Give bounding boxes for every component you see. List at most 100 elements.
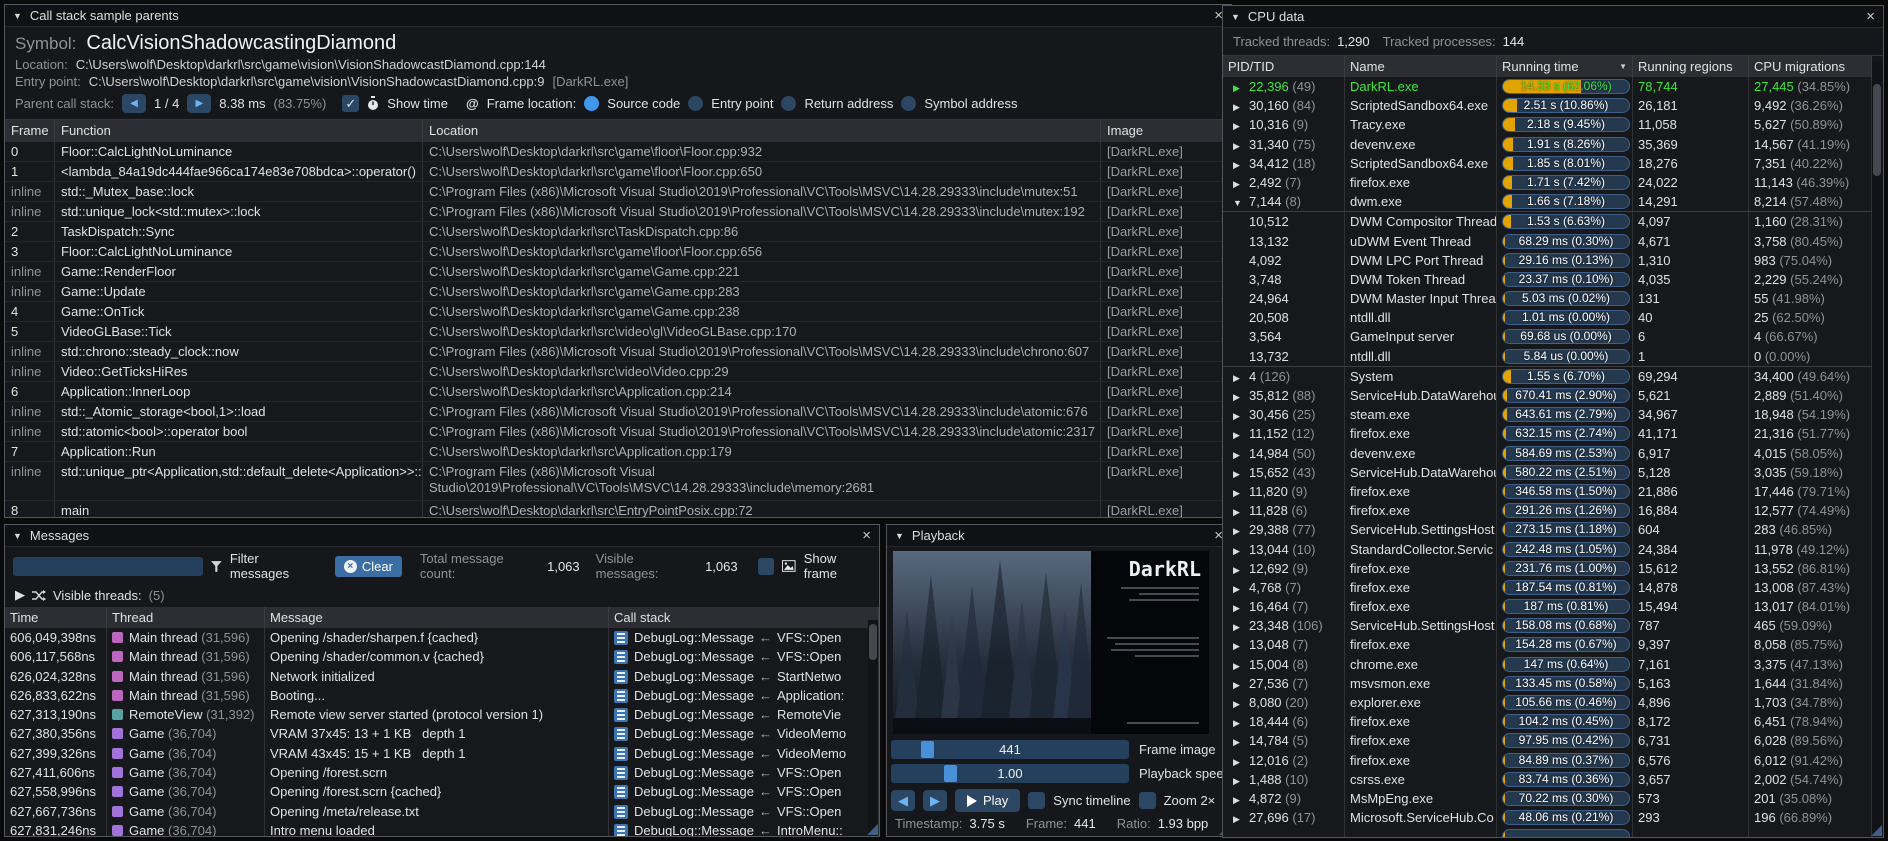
- callstack-cell[interactable]: DebugLog::Message←IntroMenu::: [609, 821, 879, 837]
- cpu-process-row[interactable]: ▶4 (126)System1.55 s (6.70%)69,29434,400…: [1223, 366, 1872, 386]
- column-header-running-time[interactable]: Running time ▼: [1497, 56, 1633, 77]
- messages-scrollbar-thumb[interactable]: [869, 624, 877, 660]
- callstack-list-icon[interactable]: [614, 727, 628, 741]
- column-header-pid[interactable]: PID/TID: [1223, 56, 1345, 77]
- cpu-process-row[interactable]: ▶27,536 (7)msvsmon.exe133.45 ms (0.58%)5…: [1223, 674, 1872, 693]
- tree-expand-icon[interactable]: ▶: [1233, 79, 1249, 96]
- radio-source-code[interactable]: [584, 96, 599, 111]
- callstack-table-row[interactable]: 0Floor::CalcLightNoLuminanceC:\Users\wol…: [5, 142, 1231, 162]
- show-frame-checkbox[interactable]: [758, 558, 775, 575]
- callstack-list-icon[interactable]: [614, 708, 628, 722]
- cpu-process-row[interactable]: ▶22,396 (49)DarkRL.exe14.33 s (62.06%)78…: [1223, 77, 1872, 96]
- cpu-process-row[interactable]: 4,092 DWM LPC Port Thread29.16 ms (0.13%…: [1223, 251, 1872, 270]
- radio-symbol-address[interactable]: [901, 96, 916, 111]
- cpu-process-row[interactable]: 10,512 DWM Compositor Thread1.53 s (6.63…: [1223, 211, 1872, 231]
- collapse-icon[interactable]: ▼: [895, 531, 904, 541]
- zoom-2x-checkbox[interactable]: [1139, 792, 1156, 809]
- cpu-process-row[interactable]: 3,564 GameInput server69.68 us (0.00%)64…: [1223, 327, 1872, 346]
- cpu-process-row[interactable]: ▶11,152 (12)firefox.exe632.15 ms (2.74%)…: [1223, 424, 1872, 443]
- tree-expand-icon[interactable]: ▶: [1233, 580, 1249, 597]
- column-header-thread[interactable]: Thread: [107, 607, 265, 628]
- column-header-name[interactable]: Name: [1345, 56, 1497, 77]
- message-row[interactable]: 627,380,356nsGame (36,704)VRAM 37x45: 13…: [5, 724, 879, 743]
- message-row[interactable]: 606,117,568nsMain thread (31,596)Opening…: [5, 647, 879, 666]
- callstack-cell[interactable]: DebugLog::Message←VideoMemo: [609, 724, 879, 743]
- frame-image-slider[interactable]: 441: [891, 740, 1129, 759]
- cpu-process-row[interactable]: 13,732 ntdll.dll5.84 us (0.00%)10 (0.00%…: [1223, 347, 1872, 366]
- callstack-list-icon[interactable]: [614, 766, 628, 780]
- tree-expand-icon[interactable]: ▶: [1233, 137, 1249, 154]
- tree-expand-icon[interactable]: ▶: [1233, 388, 1249, 405]
- callstack-table-row[interactable]: 5VideoGLBase::TickC:\Users\wolf\Desktop\…: [5, 322, 1231, 342]
- cpu-process-row[interactable]: ▶11,820 (9)firefox.exe346.58 ms (1.50%)2…: [1223, 482, 1872, 501]
- tree-expand-icon[interactable]: ▶: [1233, 542, 1249, 559]
- callstack-list-icon[interactable]: [614, 747, 628, 761]
- close-icon[interactable]: ×: [862, 528, 871, 543]
- cpu-process-row[interactable]: ▶34,412 (18)ScriptedSandbox64.exe1.85 s …: [1223, 154, 1872, 173]
- collapse-icon[interactable]: ▼: [13, 531, 22, 541]
- clear-button[interactable]: × Clear: [335, 556, 402, 577]
- cpu-process-row[interactable]: ▶14,784 (5)firefox.exe97.95 ms (0.42%)6,…: [1223, 731, 1872, 750]
- resize-grip-icon[interactable]: [1871, 825, 1882, 836]
- tree-expand-icon[interactable]: ▶: [1233, 156, 1249, 173]
- tree-expand-icon[interactable]: ▶: [1233, 810, 1249, 827]
- cpu-process-row[interactable]: ▶12,016 (2)firefox.exe84.89 ms (0.37%)6,…: [1223, 751, 1872, 770]
- tree-expand-icon[interactable]: ▶: [1233, 98, 1249, 115]
- cpu-process-row[interactable]: ▶13,044 (10)StandardCollector.Servic242.…: [1223, 540, 1872, 559]
- callstack-cell[interactable]: DebugLog::Message←VFS::Open: [609, 628, 879, 647]
- cpu-process-row[interactable]: ▶4,872 (9)MsMpEng.exe70.22 ms (0.30%)573…: [1223, 789, 1872, 808]
- radio-entry-point[interactable]: [688, 96, 703, 111]
- prev-callstack-button[interactable]: ◀: [122, 94, 146, 113]
- cpu-process-row[interactable]: ▶31,340 (75)devenv.exe1.91 s (8.26%)35,3…: [1223, 135, 1872, 154]
- cpu-scrollbar-thumb[interactable]: [1873, 84, 1881, 176]
- message-row[interactable]: 627,411,606nsGame (36,704)Opening /fores…: [5, 763, 879, 782]
- radio-return-address[interactable]: [781, 96, 796, 111]
- tree-expand-icon[interactable]: ▶: [1233, 695, 1249, 712]
- cpu-process-row[interactable]: [1223, 827, 1872, 838]
- callstack-table-row[interactable]: inlinestd::atomic<bool>::operator boolC:…: [5, 422, 1231, 442]
- sync-timeline-checkbox[interactable]: [1028, 792, 1045, 809]
- callstack-list-icon[interactable]: [614, 805, 628, 819]
- tree-expand-icon[interactable]: ▶: [1233, 772, 1249, 789]
- callstack-table-row[interactable]: 4Game::OnTickC:\Users\wolf\Desktop\darkr…: [5, 302, 1231, 322]
- cpu-process-row[interactable]: ▶23,348 (106)ServiceHub.SettingsHost158.…: [1223, 616, 1872, 635]
- callstack-list-icon[interactable]: [614, 785, 628, 799]
- resize-grip-icon[interactable]: [867, 824, 878, 835]
- callstack-cell[interactable]: DebugLog::Message←Application:: [609, 686, 879, 705]
- callstack-cell[interactable]: DebugLog::Message←VFS::Open: [609, 763, 879, 782]
- collapse-icon[interactable]: ▼: [1231, 12, 1240, 22]
- cpu-process-row[interactable]: 3,748 DWM Token Thread23.37 ms (0.10%)4,…: [1223, 270, 1872, 289]
- cpu-scrollbar[interactable]: [1872, 62, 1882, 836]
- tree-expand-icon[interactable]: ▶: [1233, 676, 1249, 693]
- column-header-cpu-migrations[interactable]: CPU migrations: [1749, 56, 1872, 77]
- tree-expand-icon[interactable]: ▶: [1233, 618, 1249, 635]
- tree-expand-icon[interactable]: ▶: [1233, 175, 1249, 192]
- column-header-callstack[interactable]: Call stack: [609, 607, 879, 628]
- play-button[interactable]: Play: [955, 789, 1020, 812]
- messages-scrollbar[interactable]: [868, 620, 878, 835]
- tree-expand-icon[interactable]: ▶: [1233, 465, 1249, 482]
- tree-expand-icon[interactable]: ▶: [1233, 599, 1249, 616]
- callstack-list-icon[interactable]: [614, 650, 628, 664]
- close-icon[interactable]: ×: [1866, 9, 1875, 24]
- tree-expand-icon[interactable]: ▶: [1233, 484, 1249, 501]
- column-header-location[interactable]: Location: [423, 120, 1101, 142]
- cpu-process-row[interactable]: ▶1,488 (10)csrss.exe83.74 ms (0.36%)3,65…: [1223, 770, 1872, 789]
- cpu-process-row[interactable]: ▶35,812 (88)ServiceHub.DataWarehou670.41…: [1223, 386, 1872, 405]
- tree-expand-icon[interactable]: ▶: [1233, 369, 1249, 386]
- tree-expand-icon[interactable]: ▶: [1233, 657, 1249, 674]
- cpu-process-row[interactable]: 24,964 DWM Master Input Threa5.03 ms (0.…: [1223, 289, 1872, 308]
- column-header-running-regions[interactable]: Running regions: [1633, 56, 1749, 77]
- step-back-button[interactable]: ◀: [891, 790, 915, 811]
- message-row[interactable]: 626,024,328nsMain thread (31,596)Network…: [5, 667, 879, 686]
- cpu-process-row[interactable]: ▶16,464 (7)firefox.exe187 ms (0.81%)15,4…: [1223, 597, 1872, 616]
- callstack-table-row[interactable]: inlinestd::chrono::steady_clock::nowC:\P…: [5, 342, 1231, 362]
- tree-expand-icon[interactable]: ▶: [1233, 117, 1249, 134]
- message-row[interactable]: 627,831,246nsGame (36,704)Intro menu loa…: [5, 821, 879, 837]
- callstack-table-row[interactable]: 2TaskDispatch::SyncC:\Users\wolf\Desktop…: [5, 222, 1231, 242]
- callstack-table-row[interactable]: inlinestd::unique_ptr<Application,std::d…: [5, 462, 1231, 501]
- tree-expand-icon[interactable]: ▶: [1233, 753, 1249, 770]
- tree-expand-icon[interactable]: ▶: [1233, 426, 1249, 443]
- tree-expand-icon[interactable]: ▼: [1233, 194, 1249, 211]
- cpu-process-row[interactable]: ▶15,004 (8)chrome.exe147 ms (0.64%)7,161…: [1223, 655, 1872, 674]
